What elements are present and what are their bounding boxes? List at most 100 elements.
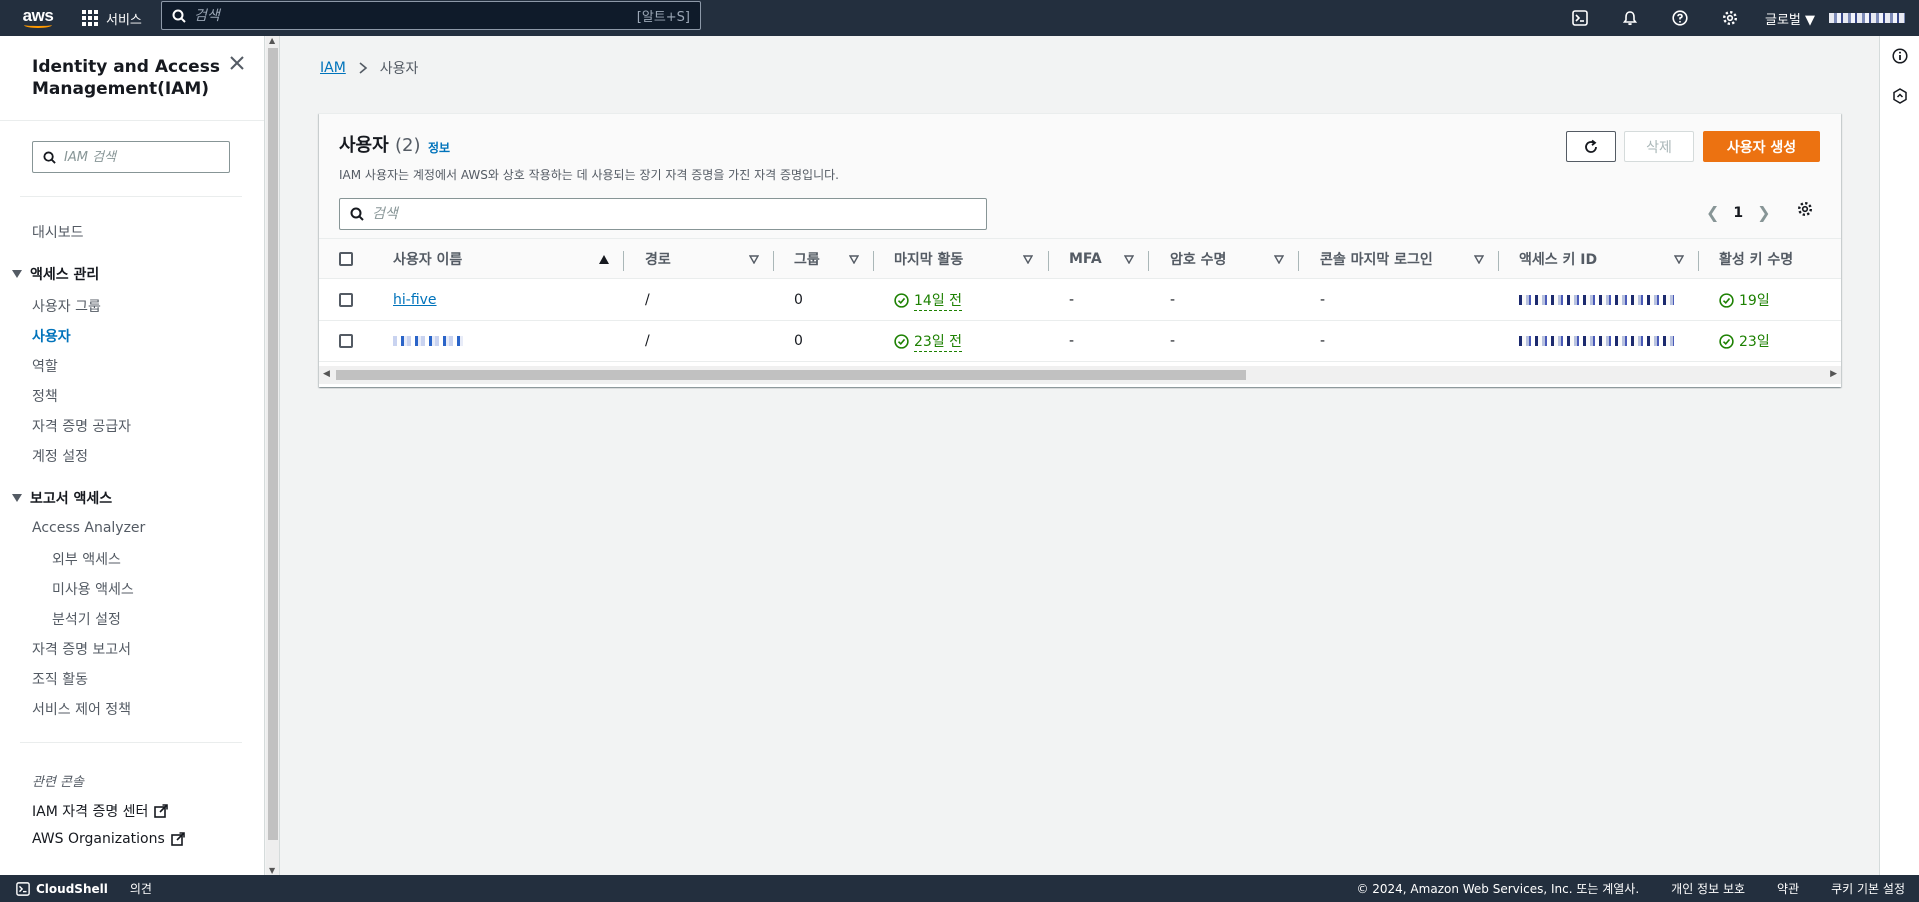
column-divider[interactable] bbox=[1148, 251, 1149, 271]
nav-analyzer-settings[interactable]: 분석기 설정 bbox=[52, 609, 121, 629]
create-user-button[interactable]: 사용자 생성 bbox=[1703, 131, 1820, 162]
search-shortcut-hint: [알트+S] bbox=[636, 10, 690, 25]
notifications-button[interactable] bbox=[1605, 0, 1655, 36]
delete-button[interactable]: 삭제 bbox=[1624, 131, 1694, 162]
sort-icon[interactable] bbox=[749, 239, 759, 279]
table-preferences-button[interactable] bbox=[1797, 201, 1813, 221]
breadcrumb-iam-link[interactable]: IAM bbox=[320, 60, 346, 76]
column-divider[interactable] bbox=[1698, 251, 1699, 271]
nav-account-settings[interactable]: 계정 설정 bbox=[32, 446, 88, 466]
column-divider[interactable] bbox=[873, 251, 874, 271]
scroll-down-arrow-icon[interactable]: ▼ bbox=[269, 866, 275, 875]
help-button[interactable] bbox=[1655, 0, 1705, 36]
nav-users[interactable]: 사용자 bbox=[32, 326, 71, 346]
access-reports-section[interactable]: 보고서 액세스 bbox=[12, 488, 112, 508]
column-divider[interactable] bbox=[1048, 251, 1049, 271]
table-horizontal-scrollbar[interactable]: ◀ ▶ bbox=[319, 366, 1841, 384]
sort-icon[interactable] bbox=[1023, 239, 1033, 279]
scroll-up-arrow-icon[interactable]: ▲ bbox=[269, 36, 275, 45]
previous-page-chevron-icon[interactable]: ❮ bbox=[1706, 203, 1719, 222]
nav-organization-activity[interactable]: 조직 활동 bbox=[32, 669, 88, 689]
column-header-user-name[interactable]: 사용자 이름 bbox=[393, 239, 462, 279]
region-selector[interactable]: 글로벌 ▼ bbox=[1765, 9, 1815, 28]
redacted-user-name-link[interactable] bbox=[393, 336, 463, 346]
select-all-checkbox[interactable] bbox=[339, 252, 353, 266]
column-header-mfa[interactable]: MFA bbox=[1069, 239, 1102, 279]
column-header-groups[interactable]: 그룹 bbox=[794, 239, 820, 279]
users-search-box[interactable] bbox=[339, 198, 987, 230]
nav-service-control-policies[interactable]: 서비스 제어 정책 bbox=[32, 699, 131, 719]
iam-search-input[interactable] bbox=[64, 149, 214, 165]
scroll-left-arrow-icon[interactable]: ◀ bbox=[323, 369, 330, 379]
global-search-input[interactable] bbox=[194, 7, 637, 24]
nav-unused-access[interactable]: 미사용 액세스 bbox=[52, 579, 134, 599]
cloudshell-footer-button[interactable]: CloudShell bbox=[16, 882, 108, 896]
resources-panel-button[interactable] bbox=[1889, 85, 1911, 107]
cookie-preferences-link[interactable]: 쿠키 기본 설정 bbox=[1831, 880, 1905, 897]
column-header-active-key-age[interactable]: 활성 키 수명 bbox=[1719, 239, 1793, 279]
column-divider[interactable] bbox=[1298, 251, 1299, 271]
scroll-right-arrow-icon[interactable]: ▶ bbox=[1830, 369, 1837, 379]
link-label: IAM 자격 증명 센터 bbox=[32, 804, 149, 820]
nav-policies[interactable]: 정책 bbox=[32, 386, 58, 406]
last-activity-value[interactable]: 23일 전 bbox=[914, 331, 963, 352]
info-link[interactable]: 정보 bbox=[428, 139, 450, 156]
refresh-icon bbox=[1585, 139, 1597, 153]
nav-access-analyzer[interactable]: Access Analyzer bbox=[32, 520, 145, 536]
column-label: 그룹 bbox=[794, 252, 820, 268]
row-checkbox[interactable] bbox=[339, 293, 353, 307]
nav-external-access[interactable]: 외부 액세스 bbox=[52, 549, 121, 569]
table-row[interactable]: hi-five / 0 14일 전 - - - 19일 bbox=[319, 280, 1841, 321]
last-activity-value[interactable]: 14일 전 bbox=[914, 290, 963, 311]
column-header-last-activity[interactable]: 마지막 활동 bbox=[894, 239, 963, 279]
aws-logo[interactable]: aws bbox=[12, 0, 64, 36]
terms-link[interactable]: 약관 bbox=[1777, 880, 1799, 897]
services-menu-button[interactable]: 서비스 bbox=[82, 0, 142, 36]
privacy-link[interactable]: 개인 정보 보호 bbox=[1671, 880, 1745, 897]
nav-credential-report[interactable]: 자격 증명 보고서 bbox=[32, 639, 131, 659]
table-row[interactable]: / 0 23일 전 - - - 23일 bbox=[319, 321, 1841, 362]
iam-identity-center-link[interactable]: IAM 자격 증명 센터 bbox=[32, 801, 169, 821]
sort-icon[interactable] bbox=[1474, 239, 1484, 279]
row-checkbox[interactable] bbox=[339, 334, 353, 348]
column-divider[interactable] bbox=[623, 251, 624, 271]
cloudshell-nav-button[interactable] bbox=[1555, 0, 1605, 36]
nav-dashboard[interactable]: 대시보드 bbox=[32, 222, 84, 242]
nav-identity-providers[interactable]: 자격 증명 공급자 bbox=[32, 416, 131, 436]
aws-organizations-link[interactable]: AWS Organizations bbox=[32, 831, 185, 847]
column-header-access-key-id[interactable]: 액세스 키 ID bbox=[1519, 239, 1597, 279]
feedback-link[interactable]: 의견 bbox=[130, 880, 152, 897]
sidebar-scrollbar[interactable]: ▲ ▼ bbox=[266, 36, 280, 875]
nav-roles[interactable]: 역할 bbox=[32, 356, 58, 376]
close-nav-button[interactable] bbox=[230, 56, 244, 74]
settings-button[interactable] bbox=[1705, 0, 1755, 36]
nav-user-groups[interactable]: 사용자 그룹 bbox=[32, 296, 101, 316]
next-page-chevron-icon[interactable]: ❯ bbox=[1757, 203, 1770, 222]
help-icon bbox=[1672, 10, 1688, 26]
iam-search-box[interactable] bbox=[32, 141, 230, 173]
column-header-password-age[interactable]: 암호 수명 bbox=[1170, 239, 1226, 279]
page-number[interactable]: 1 bbox=[1733, 205, 1743, 221]
sort-icon[interactable] bbox=[1124, 239, 1134, 279]
user-name-link[interactable]: hi-five bbox=[393, 292, 437, 308]
global-search-box[interactable]: [알트+S] bbox=[161, 1, 701, 30]
access-management-section[interactable]: 액세스 관리 bbox=[12, 264, 99, 284]
info-panel-button[interactable] bbox=[1889, 45, 1911, 67]
sort-ascending-icon[interactable] bbox=[599, 239, 609, 279]
search-icon bbox=[43, 150, 56, 164]
sort-icon[interactable] bbox=[849, 239, 859, 279]
scrollbar-thumb[interactable] bbox=[268, 48, 278, 840]
column-divider[interactable] bbox=[773, 251, 774, 271]
sort-icon[interactable] bbox=[1674, 239, 1684, 279]
account-menu-redacted[interactable] bbox=[1829, 13, 1905, 23]
column-header-console-last-login[interactable]: 콘솔 마지막 로그인 bbox=[1320, 239, 1433, 279]
mfa-cell: - bbox=[1069, 333, 1075, 349]
pagination: ❮ 1 ❯ bbox=[1706, 203, 1771, 222]
column-header-path[interactable]: 경로 bbox=[645, 239, 671, 279]
close-icon bbox=[230, 56, 244, 70]
sort-icon[interactable] bbox=[1274, 239, 1284, 279]
users-search-input[interactable] bbox=[372, 206, 986, 222]
refresh-button[interactable] bbox=[1566, 131, 1616, 162]
scrollbar-thumb[interactable] bbox=[336, 370, 1246, 380]
column-divider[interactable] bbox=[1498, 251, 1499, 271]
